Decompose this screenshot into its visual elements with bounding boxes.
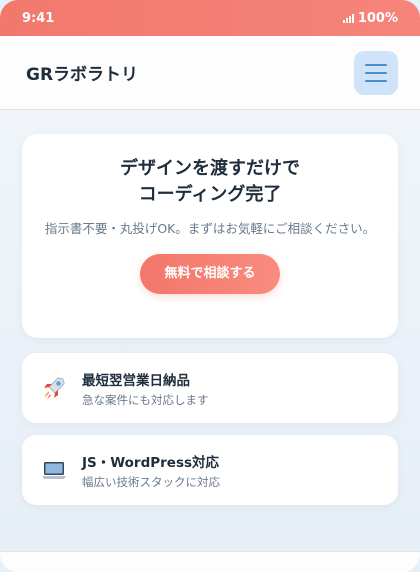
feature-title: 最短翌営業日納品 (82, 372, 190, 389)
hero-title: デザインを渡すだけで コーディング完了 (22, 156, 398, 208)
feature-subtitle: 幅広い技術スタックに対応 (82, 474, 220, 489)
hero-card: デザインを渡すだけで コーディング完了 指示書不要・丸投げOK。まずはお気軽にご… (22, 134, 398, 338)
app-header: GRラボラトリ (0, 36, 420, 110)
feature-card-tech-stack: JS・WordPress対応 幅広い技術スタックに対応 (22, 435, 398, 505)
free-consultation-button[interactable]: 無料で相談する (140, 254, 280, 294)
site-logo[interactable]: GRラボラトリ (26, 60, 138, 85)
battery-level: 100% (357, 10, 398, 26)
feature-text: 最短翌営業日納品 急な案件にも対応します (82, 369, 209, 408)
signal-icon (342, 13, 354, 23)
laptop-icon (42, 462, 66, 479)
feature-subtitle: 急な案件にも対応します (82, 392, 209, 407)
menu-icon (365, 63, 387, 66)
rocket-icon (44, 377, 65, 399)
hamburger-menu-button[interactable] (354, 50, 398, 95)
hero-description: 指示書不要・丸投げOK。まずはお気軽にご相談ください。 (44, 221, 376, 236)
hero-title-line1: デザインを渡すだけで (120, 158, 300, 179)
feature-text: JS・WordPress対応 幅広い技術スタックに対応 (82, 451, 220, 490)
hero-title-line2: コーディング完了 (138, 184, 282, 205)
feature-title: JS・WordPress対応 (82, 454, 220, 471)
status-right: 100% (342, 10, 398, 26)
bottom-bar (0, 551, 420, 572)
feature-card-fast-delivery: 最短翌営業日納品 急な案件にも対応します (22, 353, 398, 423)
phone-screen: 9:41 100% GRラボラトリ デザインを渡すだけで コーディング完了 指示… (0, 0, 420, 572)
status-bar: 9:41 100% (0, 0, 420, 36)
status-time: 9:41 (22, 10, 55, 26)
